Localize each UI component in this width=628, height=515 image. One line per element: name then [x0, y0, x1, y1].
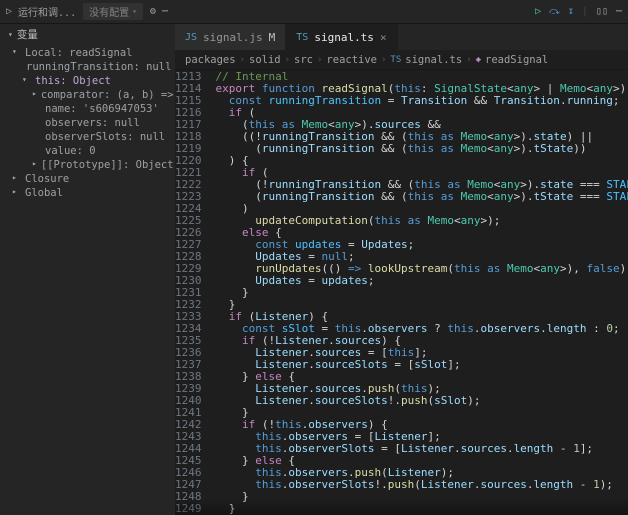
top-toolbar: ▷ 运行和调... 没有配置 ▾ ⚙ ⋯ ▷ ⤼ ↧ | ▯▯ ⋯: [0, 0, 628, 24]
continue-icon[interactable]: ▷: [535, 6, 541, 17]
chevron-right-icon: ›: [240, 55, 245, 65]
chevron-right-icon: ›: [285, 55, 290, 65]
variables-title: 变量: [17, 27, 38, 42]
breadcrumb-item[interactable]: reactive: [326, 54, 377, 66]
breadcrumb-item[interactable]: src: [294, 54, 313, 66]
code-content[interactable]: // Internal export function readSignal(t…: [216, 70, 628, 515]
chevron-right-icon: ▸: [32, 159, 37, 171]
more-actions-icon[interactable]: ⋯: [616, 6, 622, 17]
var-prototype[interactable]: ▸[[Prototype]]: Object: [2, 158, 175, 172]
run-icon[interactable]: ▷: [6, 6, 12, 17]
breadcrumb-item[interactable]: readSignal: [485, 54, 548, 66]
chevron-down-icon: ▾: [8, 30, 13, 39]
editor-area: JS signal.js M TS signal.ts × packages › …: [175, 24, 628, 515]
js-file-icon: JS: [185, 32, 197, 43]
var-runningTransition[interactable]: runningTransition: null: [2, 60, 175, 74]
chevron-right-icon: ›: [317, 55, 322, 65]
config-dropdown[interactable]: 没有配置 ▾: [82, 2, 144, 21]
editor-tabs: JS signal.js M TS signal.ts ×: [175, 24, 628, 50]
var-comparator[interactable]: ▸comparator: (a, b) => a === b: [2, 88, 175, 102]
var-observers[interactable]: observers: null: [2, 116, 175, 130]
editor-toolbar: ▷ ⤼ ↧ | ▯▯ ⋯: [535, 6, 622, 17]
scope-closure[interactable]: ▸Closure: [2, 172, 175, 186]
chevron-right-icon: ▸: [12, 173, 21, 185]
close-icon[interactable]: ×: [380, 31, 387, 44]
run-debug-label: 运行和调...: [18, 4, 76, 19]
chevron-right-icon: ▸: [12, 187, 21, 199]
step-into-icon[interactable]: ↧: [568, 6, 574, 17]
var-this[interactable]: ▾this: Object: [2, 74, 175, 88]
gear-icon[interactable]: ⚙: [150, 6, 156, 17]
variables-section-header[interactable]: ▾ 变量: [0, 24, 175, 46]
var-observerSlots[interactable]: observerSlots: null: [2, 130, 175, 144]
ts-file-icon: TS: [390, 55, 401, 65]
chevron-right-icon: ›: [466, 55, 471, 65]
breadcrumb-item[interactable]: signal.ts: [405, 54, 462, 66]
tab-label: signal.ts: [314, 31, 374, 44]
modified-badge: M: [269, 31, 276, 44]
breadcrumb-item[interactable]: solid: [249, 54, 281, 66]
config-dropdown-label: 没有配置: [89, 4, 129, 19]
step-over-icon[interactable]: ⤼: [549, 6, 560, 17]
split-editor-icon[interactable]: ▯▯: [596, 6, 608, 17]
scope-local[interactable]: ▾Local: readSignal: [2, 46, 175, 60]
chevron-down-icon: ▾: [12, 47, 21, 59]
var-name[interactable]: name: 's606947053': [2, 102, 175, 116]
var-value[interactable]: value: 0: [2, 144, 175, 158]
function-icon: ◈: [476, 55, 481, 65]
breadcrumb-item[interactable]: packages: [185, 54, 236, 66]
chevron-down-icon: ▾: [22, 75, 31, 87]
chevron-down-icon: ▾: [132, 7, 137, 16]
debug-sidebar: ▾ 变量 ▾Local: readSignal runningTransitio…: [0, 24, 175, 515]
tab-signal-ts[interactable]: TS signal.ts ×: [286, 24, 397, 50]
ellipsis-icon[interactable]: ⋯: [162, 6, 168, 17]
scope-global[interactable]: ▸Global: [2, 186, 175, 200]
chevron-right-icon: ▸: [32, 89, 37, 101]
line-number-gutter[interactable]: 1213 1214 1215 1216 1217 1218 1219 1220 …: [175, 70, 216, 515]
code-editor[interactable]: ▷ 1213 1214 1215 1216 1217 1218 1219 122…: [175, 70, 628, 515]
breadcrumbs[interactable]: packages › solid › src › reactive › TS signa…: [175, 50, 628, 70]
tab-label: signal.js: [203, 31, 263, 44]
chevron-right-icon: ›: [381, 55, 386, 65]
ts-file-icon: TS: [296, 32, 308, 43]
separator: |: [582, 6, 588, 17]
tab-signal-js[interactable]: JS signal.js M: [175, 24, 286, 50]
variables-tree: ▾Local: readSignal runningTransition: nu…: [0, 46, 175, 200]
